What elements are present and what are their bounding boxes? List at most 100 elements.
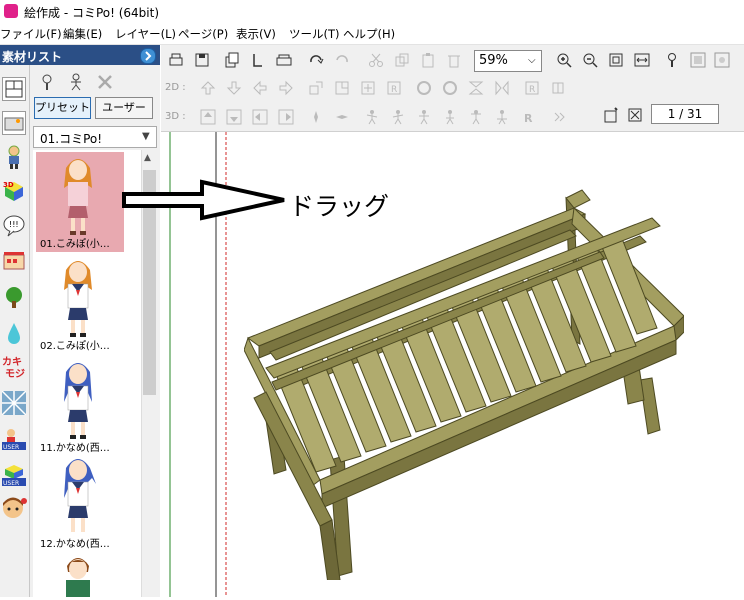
save-icon[interactable] <box>194 52 210 68</box>
zoom-select[interactable]: 59% ⌵ <box>474 50 542 72</box>
character-thumbnail <box>64 459 96 532</box>
list-item[interactable]: 11.かなめ(西… <box>36 356 124 456</box>
title-bar: 絵作成 - コミPo! (64bit) <box>0 0 744 22</box>
svg-text:USER: USER <box>3 444 19 451</box>
menu-tools[interactable]: ツール(T) <box>289 26 340 42</box>
page-settings-icon[interactable] <box>603 107 619 123</box>
scale-all-icon[interactable] <box>360 80 376 96</box>
pose-1-icon[interactable] <box>364 109 380 125</box>
list-item[interactable]: 02.こみぽ(小… <box>36 254 124 354</box>
svg-text:R: R <box>391 85 397 95</box>
arrow-right-icon[interactable] <box>278 80 294 96</box>
effect-icon[interactable] <box>1 390 27 416</box>
user-character-icon[interactable]: USER <box>2 427 26 451</box>
tilt-icon[interactable] <box>308 109 324 125</box>
scale-up-icon[interactable] <box>308 80 324 96</box>
reset-3d-icon[interactable]: R <box>520 109 536 125</box>
fit-width-icon[interactable] <box>634 52 650 68</box>
text-icon[interactable]: カキ モジ <box>2 355 26 380</box>
toggle-view-icon[interactable] <box>690 52 706 68</box>
pose-6-icon[interactable] <box>494 109 510 125</box>
tab-user[interactable]: ユーザー <box>95 97 153 119</box>
pose-4-icon[interactable] <box>442 109 458 125</box>
copy-icon[interactable] <box>394 52 410 68</box>
move-left-3d-icon[interactable] <box>252 109 268 125</box>
drop-icon[interactable] <box>2 321 26 345</box>
zoom-out-icon[interactable] <box>582 52 598 68</box>
pose-5-icon[interactable] <box>468 109 484 125</box>
play-icon[interactable] <box>552 109 568 125</box>
menu-help[interactable]: ヘルプ(H) <box>343 26 395 42</box>
move-right-3d-icon[interactable] <box>278 109 294 125</box>
pin-icon[interactable] <box>664 52 680 68</box>
menu-file[interactable]: ファイル(F) <box>0 26 62 42</box>
menu-view[interactable]: 表示(V) <box>236 26 276 42</box>
move-up-3d-icon[interactable] <box>200 109 216 125</box>
print-icon[interactable] <box>168 52 184 68</box>
menu-edit[interactable]: 編集(E) <box>63 26 102 42</box>
mirror-icon[interactable] <box>550 80 566 96</box>
list-item-label: 01.こみぽ(小… <box>40 239 110 250</box>
svg-text:カキ: カキ <box>2 356 22 368</box>
user-face-icon[interactable] <box>2 497 27 521</box>
pose-2-icon[interactable] <box>390 109 406 125</box>
material-set-value: 01.コミPo! <box>40 132 103 146</box>
arrow-down-icon[interactable] <box>226 80 242 96</box>
reset-icon[interactable]: R <box>386 80 402 96</box>
scene-icon[interactable] <box>2 249 26 273</box>
list-item[interactable]: 01.こみぽ(小… <box>36 152 124 252</box>
text-tool-icon[interactable] <box>250 52 266 68</box>
move-down-3d-icon[interactable] <box>226 109 242 125</box>
rotate-left-icon[interactable] <box>416 80 432 96</box>
rotate-right-icon[interactable] <box>442 80 458 96</box>
scale-down-icon[interactable] <box>334 80 350 96</box>
pose-3-icon[interactable] <box>416 109 432 125</box>
material-set-select[interactable]: 01.コミPo! ▼ <box>33 126 157 148</box>
balloon-icon[interactable]: !!! <box>2 213 26 237</box>
scroll-up-icon[interactable]: ▲ <box>144 153 151 163</box>
character-thumbnail <box>64 261 92 337</box>
trash-icon[interactable] <box>446 52 462 68</box>
arrow-up-icon[interactable] <box>200 80 216 96</box>
material-panel-title: 素材リスト <box>2 50 63 64</box>
chevron-down-icon: ⌵ <box>528 55 536 66</box>
fit-page-icon[interactable] <box>608 52 624 68</box>
redo-icon[interactable] <box>308 52 324 68</box>
flip-horizontal-icon[interactable] <box>494 80 510 96</box>
figure-pose-icon[interactable] <box>67 73 85 91</box>
tab-preset[interactable]: プリセット <box>34 97 91 119</box>
svg-text:!!!: !!! <box>9 220 19 229</box>
character-icon[interactable] <box>2 145 26 169</box>
frame-icon[interactable] <box>2 77 26 101</box>
delete-page-icon[interactable] <box>627 107 643 123</box>
list-item-label: 02.こみぽ(小… <box>40 341 110 352</box>
arrow-left-icon[interactable] <box>252 80 268 96</box>
menu-layer[interactable]: レイヤー(L) <box>115 26 176 42</box>
paste-icon[interactable] <box>420 52 436 68</box>
undo-icon[interactable] <box>334 52 350 68</box>
printer-icon[interactable] <box>276 52 292 68</box>
tilt-back-icon[interactable] <box>334 109 350 125</box>
background-icon[interactable] <box>2 111 26 135</box>
app-icon <box>4 4 18 18</box>
layer-icon[interactable]: R <box>524 80 540 96</box>
zoom-in-icon[interactable] <box>556 52 572 68</box>
collapse-panel-icon[interactable] <box>140 48 156 64</box>
bed-3d-model[interactable] <box>244 188 684 580</box>
flip-vertical-icon[interactable] <box>468 80 484 96</box>
3d-object-icon[interactable]: 3D <box>2 179 26 203</box>
tree-icon[interactable] <box>2 285 26 309</box>
page-indicator[interactable]: 1 / 31 <box>651 104 719 124</box>
list-item[interactable] <box>58 552 98 597</box>
svg-text:3D: 3D <box>3 181 14 189</box>
zoom-value: 59% <box>479 53 508 68</box>
copy-page-icon[interactable] <box>224 52 240 68</box>
cut-icon[interactable] <box>368 52 384 68</box>
menu-page[interactable]: ページ(P) <box>178 26 228 42</box>
list-item[interactable]: 12.かなめ(西… <box>36 452 124 552</box>
character-thumbnail <box>66 558 90 597</box>
user-3d-icon[interactable]: USER <box>2 463 26 487</box>
pin-icon[interactable] <box>38 73 56 91</box>
delete-icon[interactable] <box>96 73 114 91</box>
options-icon[interactable] <box>714 52 730 68</box>
